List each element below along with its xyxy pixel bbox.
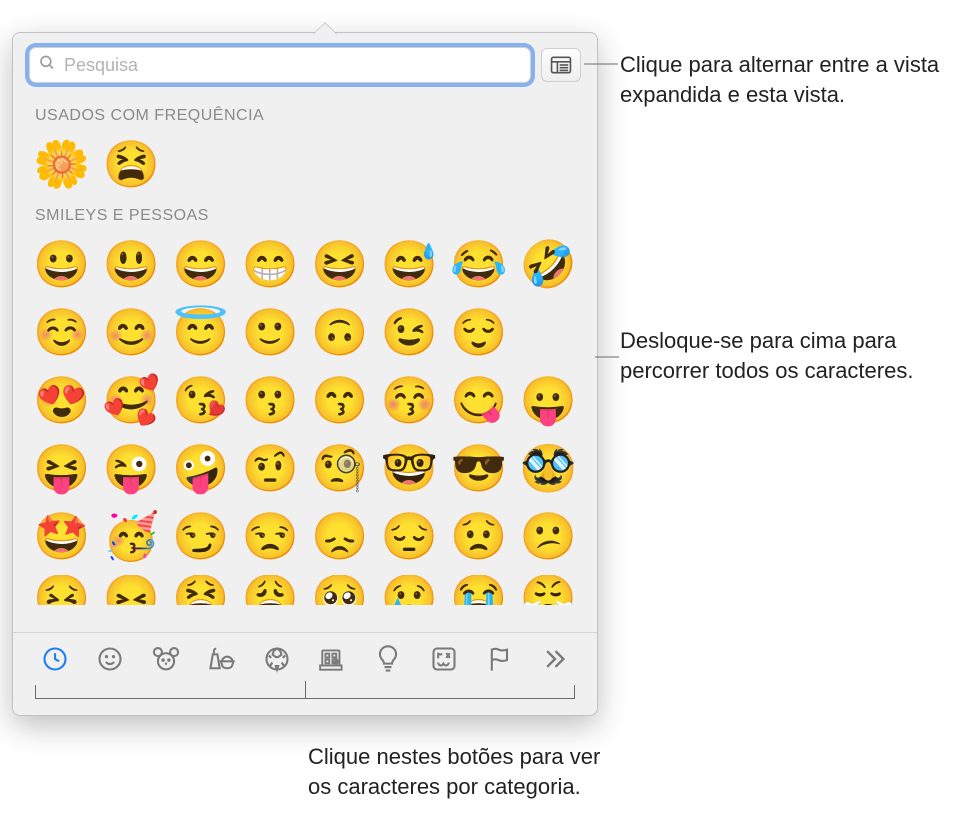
emoji-item[interactable]: 😒 [241, 507, 299, 565]
emoji-item[interactable]: 🙃 [311, 303, 369, 361]
emoji-item[interactable]: 😣 [33, 575, 91, 605]
character-viewer-popover: USADOS COM FREQUÊNCIA 🌼😫 SMILEYS E PESSO… [12, 32, 598, 716]
emoji-item[interactable]: 🤩 [33, 507, 91, 565]
section-header-smileys: SMILEYS E PESSOAS [35, 207, 579, 225]
emoji-item[interactable]: 😗 [241, 371, 299, 429]
flags-icon [487, 645, 513, 678]
callout-scroll: Desloque-se para cima para percorrer tod… [620, 326, 940, 385]
food-icon [207, 645, 237, 678]
category-animals-button[interactable] [140, 641, 192, 681]
callout-expand: Clique para alternar entre a vista expan… [620, 50, 940, 109]
emoji-item[interactable]: 🥺 [311, 575, 369, 605]
emoji-item[interactable]: 😅 [380, 235, 438, 293]
emoji-item[interactable]: 🧐 [311, 439, 369, 497]
emoji-item[interactable]: 😊 [102, 303, 160, 361]
emoji-item[interactable]: 😛 [519, 371, 577, 429]
emoji-item[interactable]: 🥳 [102, 507, 160, 565]
category-more-button[interactable] [529, 641, 581, 681]
category-smileys-button[interactable] [85, 641, 137, 681]
emoji-item[interactable]: 😞 [311, 507, 369, 565]
callout-leader-1 [584, 63, 618, 65]
emoji-item[interactable]: 😄 [172, 235, 230, 293]
emoji-item[interactable]: 😀 [33, 235, 91, 293]
travel-icon [318, 645, 348, 678]
emoji-item[interactable]: 😭 [450, 575, 508, 605]
category-recent-button[interactable] [29, 641, 81, 681]
frequent-emoji-grid: 🌼😫 [31, 135, 579, 193]
emoji-item[interactable]: 😖 [102, 575, 160, 605]
category-objects-button[interactable] [363, 641, 415, 681]
callout-categories: Clique nestes botões para ver os caracte… [308, 742, 608, 801]
content-area[interactable]: USADOS COM FREQUÊNCIA 🌼😫 SMILEYS E PESSO… [13, 93, 597, 632]
emoji-item[interactable]: 🤣 [519, 235, 577, 293]
emoji-item[interactable]: 😜 [102, 439, 160, 497]
emoji-item[interactable]: 😤 [519, 575, 577, 605]
emoji-item[interactable]: 🤨 [241, 439, 299, 497]
popover-arrow [313, 23, 337, 35]
emoji-item[interactable]: 😟 [450, 507, 508, 565]
emoji-item[interactable]: 😫 [172, 575, 230, 605]
emoji-item[interactable]: 😝 [33, 439, 91, 497]
emoji-item[interactable]: 😋 [450, 371, 508, 429]
emoji-item[interactable]: 😉 [380, 303, 438, 361]
emoji-item[interactable]: 😎 [450, 439, 508, 497]
more-icon [543, 649, 567, 674]
emoji-item[interactable]: 😢 [380, 575, 438, 605]
emoji-item[interactable]: 🌼 [33, 135, 91, 193]
smileys-icon [96, 645, 124, 678]
search-input[interactable] [29, 47, 531, 83]
symbols-icon [430, 645, 458, 678]
expand-view-button[interactable] [541, 48, 581, 82]
emoji-item[interactable]: 🤓 [380, 439, 438, 497]
emoji-item[interactable]: 😕 [519, 507, 577, 565]
emoji-item[interactable]: 😃 [102, 235, 160, 293]
activity-icon [263, 645, 291, 678]
emoji-item[interactable]: 😌 [450, 303, 508, 361]
category-bottom-bar [13, 632, 597, 715]
top-bar [13, 33, 597, 93]
emoji-item[interactable]: 😆 [311, 235, 369, 293]
callout-leader-2 [595, 356, 619, 358]
emoji-item[interactable]: 😂 [450, 235, 508, 293]
emoji-item[interactable]: 🙂 [241, 303, 299, 361]
recent-icon [41, 645, 69, 678]
emoji-item[interactable]: 😏 [172, 507, 230, 565]
emoji-item[interactable]: 😁 [241, 235, 299, 293]
smileys-emoji-grid: 😀😃😄😁😆😅😂🤣 ☺️😊😇🙂🙃😉😌 😍🥰😘😗😙😚😋😛 😝😜🤪🤨🧐🤓😎🥸 🤩🥳😏😒😞😔😟😕… [31, 235, 579, 605]
emoji-item[interactable]: 😍 [33, 371, 91, 429]
emoji-item[interactable]: 🥰 [102, 371, 160, 429]
category-travel-button[interactable] [307, 641, 359, 681]
emoji-item[interactable]: ☺️ [33, 303, 91, 361]
emoji-item[interactable]: 😫 [102, 135, 160, 193]
expand-icon [550, 56, 572, 74]
section-header-frequent: USADOS COM FREQUÊNCIA [35, 107, 579, 125]
emoji-item[interactable]: 😩 [241, 575, 299, 605]
emoji-item[interactable]: 😔 [380, 507, 438, 565]
search-icon [38, 54, 56, 77]
emoji-item[interactable]: 🥸 [519, 439, 577, 497]
emoji-item[interactable]: 😙 [311, 371, 369, 429]
emoji-item[interactable]: 🤪 [172, 439, 230, 497]
category-symbols-button[interactable] [418, 641, 470, 681]
search-wrapper [29, 47, 531, 83]
emoji-item[interactable]: 😚 [380, 371, 438, 429]
animals-icon [151, 645, 181, 678]
emoji-item[interactable]: 😘 [172, 371, 230, 429]
category-flags-button[interactable] [474, 641, 526, 681]
category-food-button[interactable] [196, 641, 248, 681]
category-activity-button[interactable] [251, 641, 303, 681]
category-bracket [35, 685, 575, 699]
objects-icon [375, 644, 401, 679]
emoji-item[interactable]: 😇 [172, 303, 230, 361]
category-row [23, 641, 587, 681]
